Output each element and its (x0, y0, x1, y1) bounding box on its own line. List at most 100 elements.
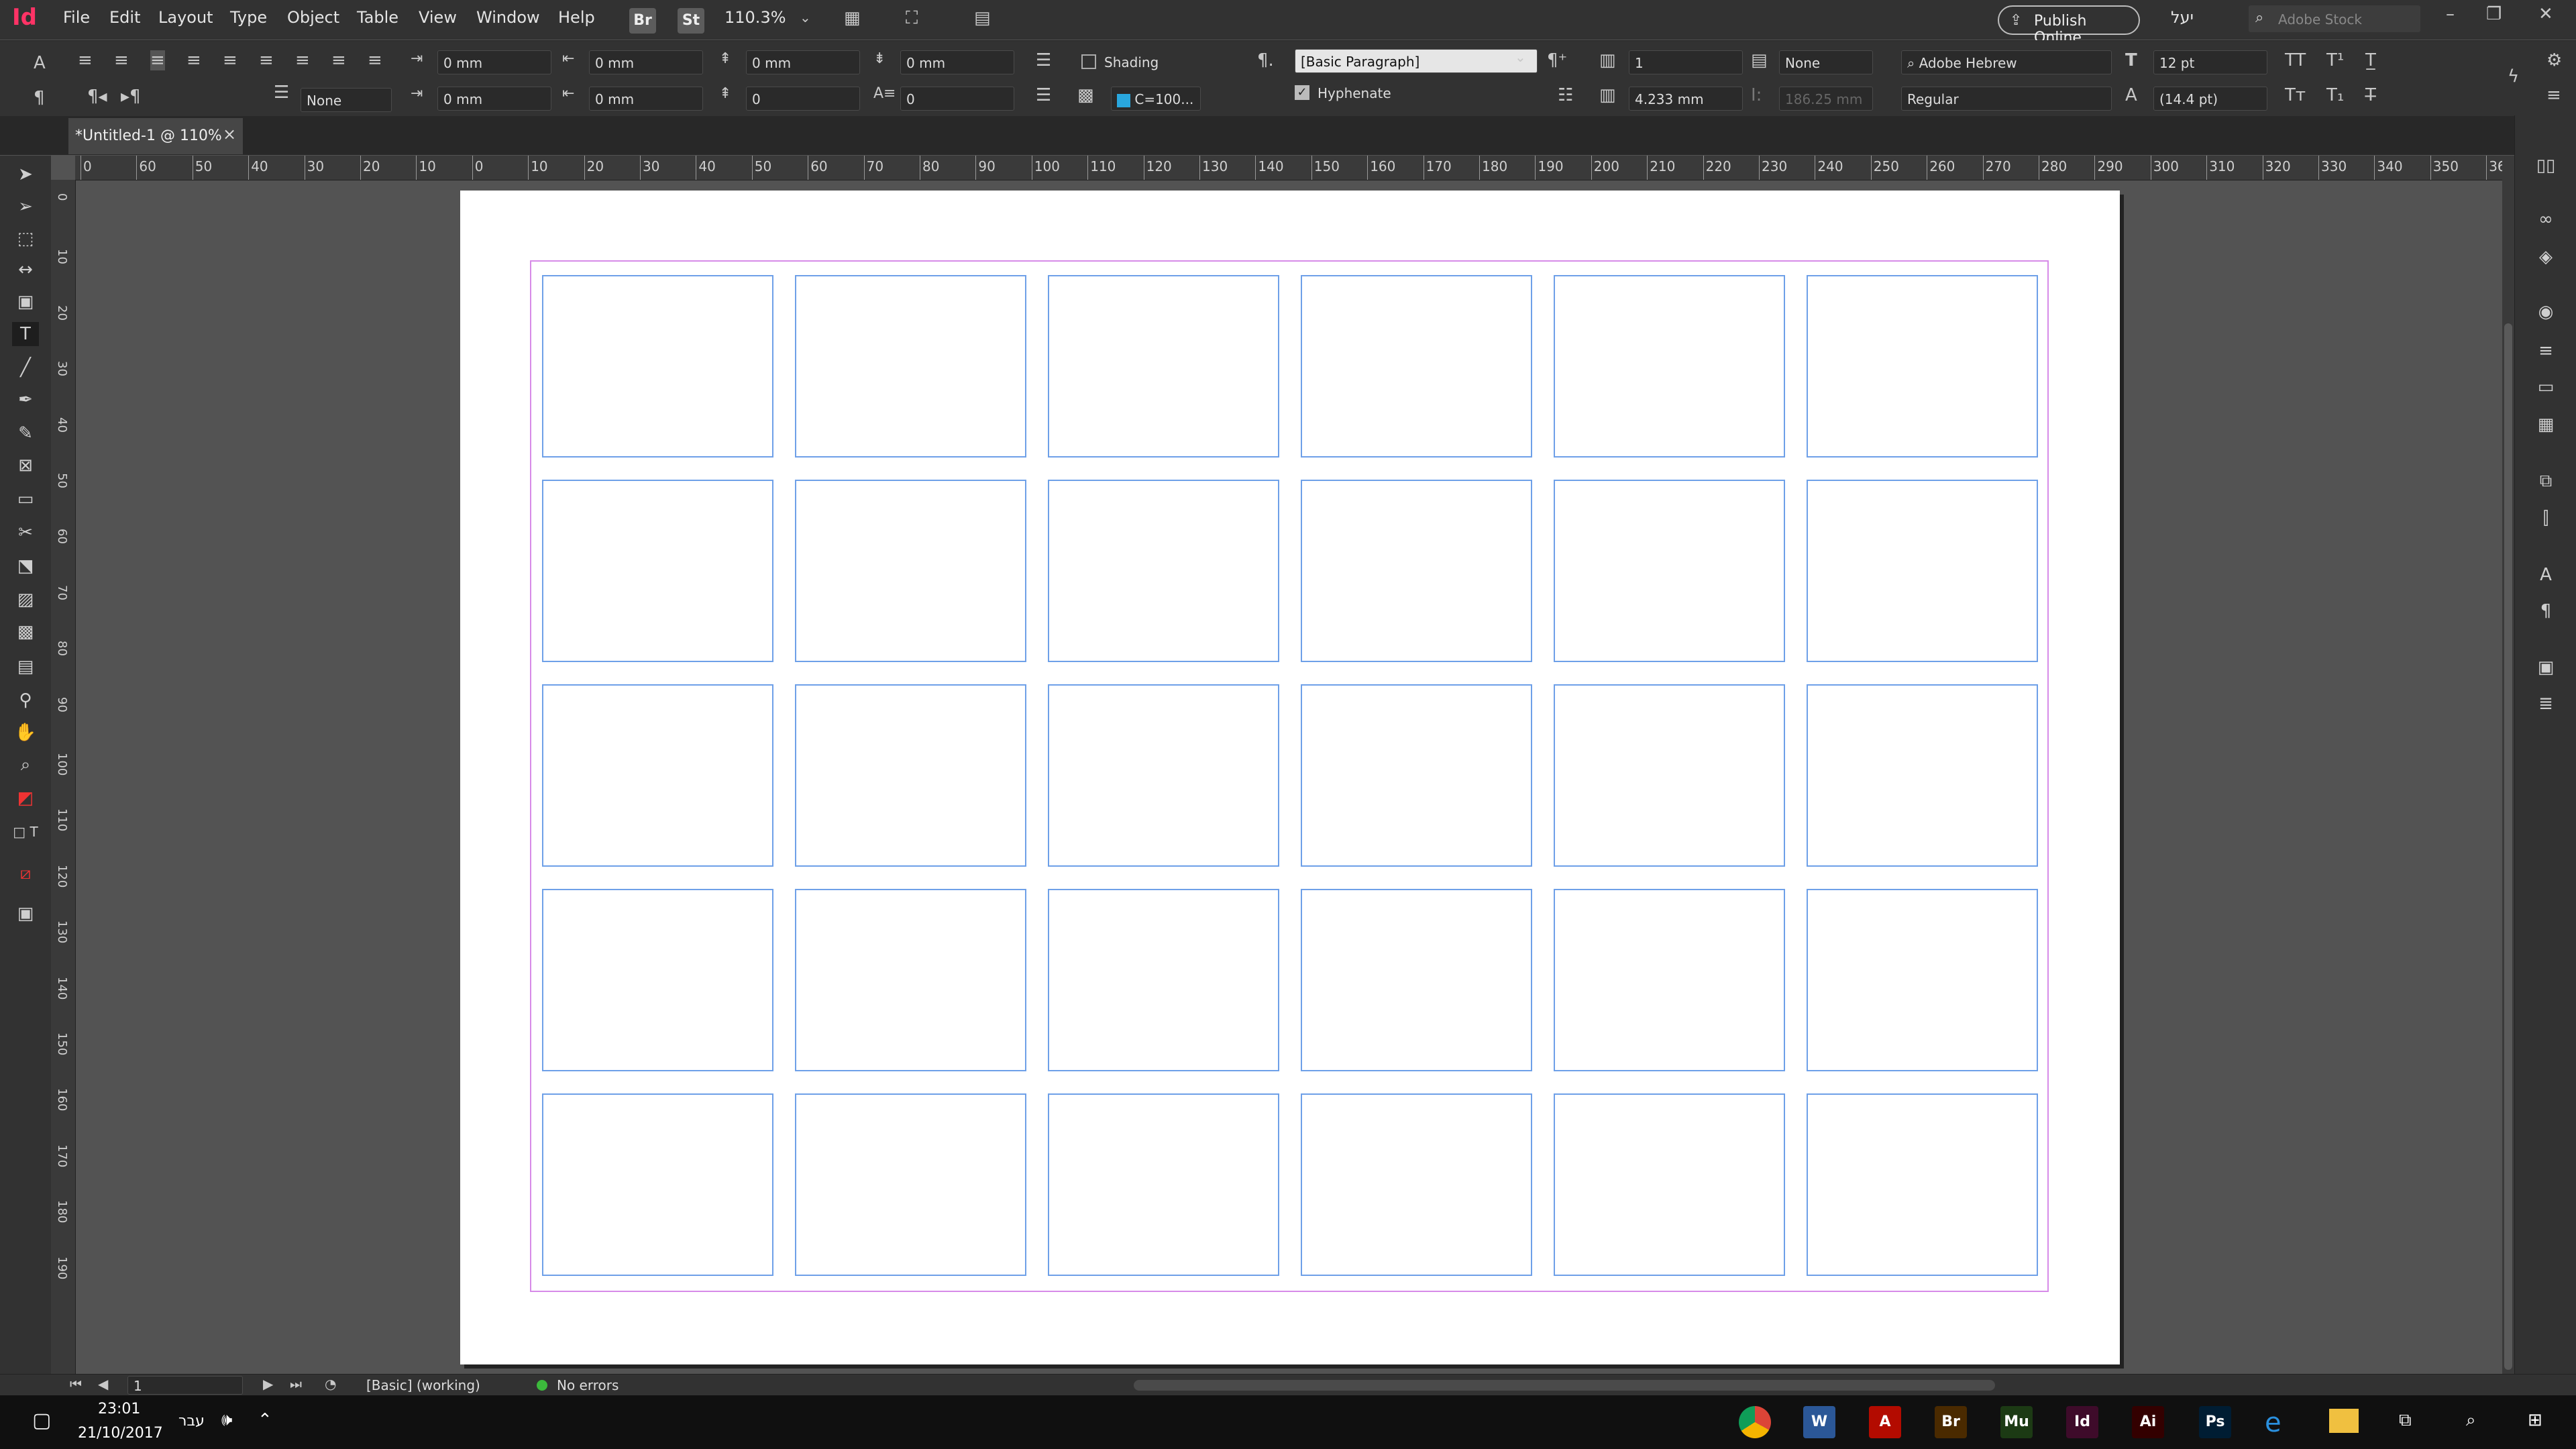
fill-stroke-icon[interactable]: ◩ (12, 786, 39, 810)
content-collector-icon[interactable]: ▣ (12, 290, 39, 314)
pen-tool-icon[interactable]: ✒ (12, 388, 39, 412)
note-tool-icon[interactable]: ▤ (12, 655, 39, 679)
task-view-icon[interactable]: ⧉ (2399, 1410, 2412, 1431)
drop-cap-lines-field[interactable]: 0 (746, 87, 860, 111)
arrange-documents-icon[interactable]: ▤ (974, 8, 991, 28)
hyphenate-checkbox[interactable]: ✓ (1295, 85, 1309, 100)
shading-swatch-icon[interactable]: ▩ (1077, 85, 1094, 105)
zoom-tool-icon[interactable]: ⌕ (12, 753, 39, 777)
text-frame[interactable] (1554, 480, 1785, 662)
gradient-panel-icon[interactable]: ▭ (2530, 377, 2562, 404)
space-after-field[interactable]: 0 mm (900, 50, 1014, 74)
baseline-grid-icon[interactable]: ☰ (1036, 50, 1051, 70)
menu-edit[interactable]: Edit (109, 8, 140, 27)
first-line-indent-field[interactable]: 0 mm (437, 87, 551, 111)
align-left-icon[interactable]: ≡ (78, 50, 93, 70)
text-frame[interactable] (795, 480, 1026, 662)
subscript-icon[interactable]: T₁ (2326, 85, 2344, 105)
menu-window[interactable]: Window (476, 8, 540, 27)
formatting-affects-icon[interactable]: □ T (12, 820, 39, 844)
windows-start-icon[interactable]: ⊞ (2528, 1410, 2542, 1430)
font-family-select[interactable]: ⌕ Adobe Hebrew (1901, 50, 2112, 74)
text-frame[interactable] (542, 889, 773, 1071)
text-frame[interactable] (1301, 480, 1532, 662)
taskbar-app-icon[interactable]: Mu (2000, 1406, 2033, 1438)
screen-mode-icon[interactable]: ⛶ (906, 8, 918, 29)
bullet-none-select[interactable]: None (301, 88, 392, 112)
text-frame[interactable] (1807, 1093, 2038, 1276)
justify-options-icon[interactable]: ☷ (1558, 85, 1573, 105)
text-frame[interactable] (1301, 275, 1532, 458)
pathfinder-panel-icon[interactable]: ⧉ (2530, 471, 2562, 498)
text-frame[interactable] (1301, 1093, 1532, 1276)
gradient-feather-tool-icon[interactable]: ▩ (12, 620, 39, 644)
text-frame[interactable] (1807, 889, 2038, 1071)
text-frame[interactable] (1048, 684, 1279, 867)
text-frame[interactable] (1807, 480, 2038, 662)
text-frame[interactable] (1301, 889, 1532, 1071)
shading-color-select[interactable]: C=100... (1111, 87, 1201, 111)
minimize-icon[interactable]: – (2446, 4, 2455, 24)
close-tab-icon[interactable]: × (223, 125, 236, 144)
menu-help[interactable]: Help (558, 8, 595, 27)
text-frame[interactable] (795, 1093, 1026, 1276)
character-styles-panel-icon[interactable]: A (2530, 565, 2562, 592)
bullets-icon[interactable]: ☰ (274, 83, 289, 103)
text-frame[interactable] (542, 684, 773, 867)
document-tab[interactable]: *Untitled-1 @ 110% × (68, 118, 243, 154)
close-icon[interactable]: ✕ (2538, 4, 2553, 24)
direct-selection-tool-icon[interactable]: ➢ (12, 195, 39, 219)
vertical-scroll-thumb[interactable] (2504, 323, 2512, 1370)
preflight-icon[interactable]: ◔ (325, 1376, 336, 1392)
restore-icon[interactable]: ❐ (2486, 4, 2502, 24)
text-frame[interactable] (542, 1093, 773, 1276)
text-frame[interactable] (1048, 889, 1279, 1071)
hand-tool-icon[interactable]: ✋ (12, 720, 39, 745)
input-language[interactable]: עבר (178, 1413, 205, 1430)
gap-tool-icon[interactable]: ↔ (12, 258, 39, 282)
taskbar-app-icon[interactable]: Id (2066, 1406, 2098, 1438)
text-frame[interactable] (1554, 275, 1785, 458)
taskbar-app-icon[interactable]: A (1869, 1406, 1901, 1438)
menu-layout[interactable]: Layout (158, 8, 213, 27)
align-away-icon[interactable]: ≡ (368, 50, 382, 70)
all-caps-icon[interactable]: TT (2285, 50, 2306, 70)
text-frame[interactable] (795, 275, 1026, 458)
align-grid-icon[interactable]: ☰ (1036, 85, 1051, 105)
selection-tool-icon[interactable]: ➤ (12, 162, 39, 186)
leading-field[interactable]: (14.4 pt) (2153, 87, 2267, 111)
stock-button[interactable]: St (678, 8, 704, 34)
text-frame[interactable] (1554, 889, 1785, 1071)
last-line-indent-field[interactable]: 0 mm (589, 87, 703, 111)
text-wrap-panel-icon[interactable]: ▣ (2530, 657, 2562, 684)
text-frame[interactable] (1048, 480, 1279, 662)
text-frame[interactable] (795, 889, 1026, 1071)
right-indent-field[interactable]: 0 mm (589, 50, 703, 74)
chevron-down-icon[interactable]: ⌄ (800, 9, 811, 25)
span-select[interactable]: None (1779, 50, 1873, 74)
align-panel-icon[interactable]: ⫿ (2530, 508, 2562, 535)
line-tool-icon[interactable]: ╱ (12, 356, 39, 380)
taskbar-app-icon[interactable]: Ai (2132, 1406, 2164, 1438)
character-formatting-icon[interactable]: A (34, 53, 46, 73)
view-options-icon[interactable]: ▦ (844, 8, 861, 28)
chrome-icon[interactable] (1739, 1406, 1771, 1438)
vertical-scrollbar[interactable] (2502, 156, 2514, 1374)
previous-page-icon[interactable]: ◀ (98, 1376, 108, 1392)
preflight-profile[interactable]: [Basic] (working) (366, 1377, 480, 1393)
text-frame[interactable] (1048, 1093, 1279, 1276)
underline-icon[interactable]: T̲ (2365, 50, 2376, 70)
text-frame[interactable] (1301, 684, 1532, 867)
file-explorer-icon[interactable] (2329, 1409, 2359, 1433)
justify-center-icon[interactable]: ≡ (223, 50, 237, 70)
chevron-down-icon[interactable]: ⌄ (1515, 49, 1526, 65)
show-hidden-icons-icon[interactable]: ⌃ (258, 1410, 272, 1430)
swatches-panel-icon[interactable]: ◉ (2530, 302, 2562, 329)
last-page-icon[interactable]: ⏭ (290, 1376, 302, 1392)
publish-online-button[interactable]: ⇪ Publish Online (1998, 5, 2140, 46)
font-size-field[interactable]: 12 pt (2153, 50, 2267, 74)
shading-checkbox[interactable] (1081, 54, 1096, 69)
gutter-field[interactable]: 4.233 mm (1629, 87, 1743, 111)
free-transform-tool-icon[interactable]: ⬔ (12, 554, 39, 578)
gradient-swatch-tool-icon[interactable]: ▨ (12, 588, 39, 612)
